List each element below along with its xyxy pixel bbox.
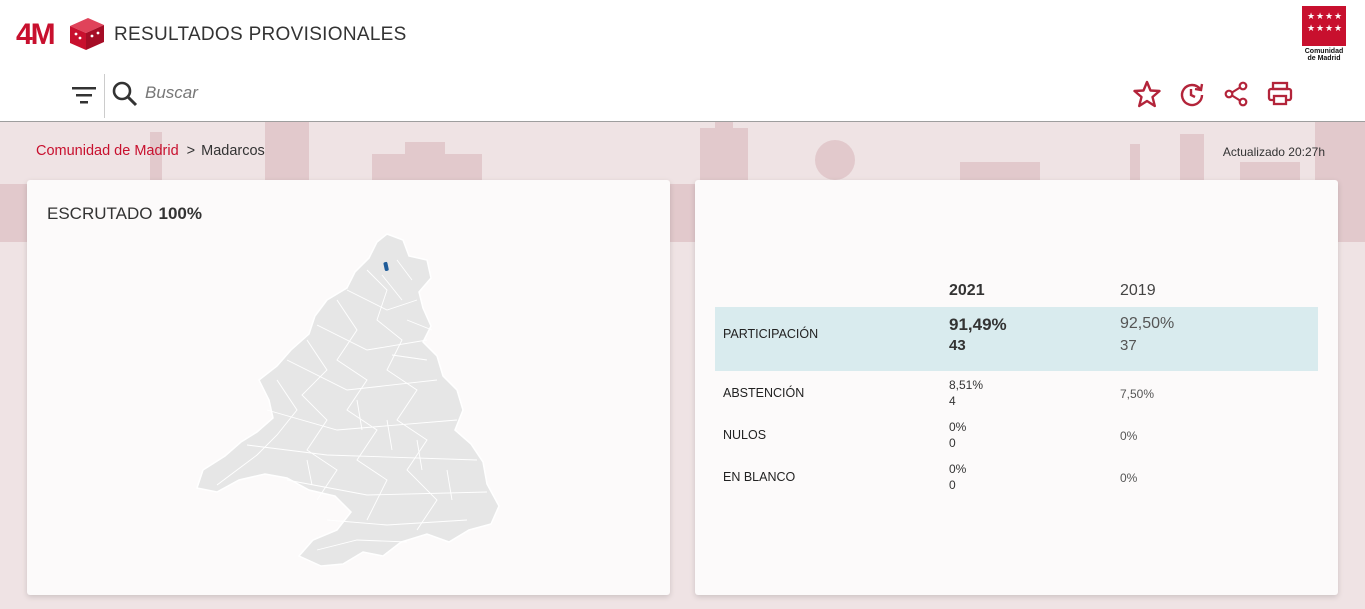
row-label: EN BLANCO	[723, 470, 796, 484]
participation-card: 2021 2019 PARTICIPACIÓN 91,49% 43 92,50%…	[695, 180, 1338, 595]
toolbar	[0, 72, 1365, 118]
year-header-2021: 2021	[949, 282, 985, 299]
count-2019: 37	[1120, 337, 1137, 354]
share-icon[interactable]	[1222, 80, 1250, 108]
ballot-box-icon	[70, 18, 104, 50]
scrutiny-value: 100%	[158, 204, 202, 223]
pct-2021: 0%	[949, 420, 967, 434]
row-label: NULOS	[723, 428, 767, 442]
table-row: EN BLANCO 0% 0 0%	[715, 456, 1318, 498]
pct-2021: 91,49%	[949, 315, 1007, 334]
search-icon[interactable]	[112, 80, 138, 108]
year-header-2019: 2019	[1120, 282, 1156, 299]
toolbar-divider	[104, 74, 105, 118]
search-input[interactable]	[145, 80, 545, 106]
scrutiny-map-card: ESCRUTADO 100%	[27, 180, 670, 595]
app-header: 4M RESULTADOS PROVISIONALES ★ ★ ★ ★ ★ ★ ★ ★ Co…	[0, 0, 1365, 122]
table-row: ABSTENCIÓN 8,51% 4 7,50%	[715, 372, 1318, 414]
pct-2019: 0%	[1120, 429, 1138, 443]
municipalities-map[interactable]	[187, 230, 507, 575]
madrid-region-shape	[196, 233, 500, 567]
filter-icon[interactable]	[70, 82, 98, 108]
pct-2019: 0%	[1120, 471, 1138, 485]
table-row: PARTICIPACIÓN 91,49% 43 92,50% 37	[715, 307, 1318, 371]
pct-2021: 0%	[949, 462, 967, 476]
comunidad-madrid-logo[interactable]: ★ ★ ★ ★ ★ ★ ★ ★ Comunidad de Madrid	[1302, 6, 1346, 62]
star-icon[interactable]	[1133, 80, 1161, 108]
scrutiny-label-text: ESCRUTADO	[47, 204, 153, 223]
comunidad-madrid-logo-text: Comunidad de Madrid	[1304, 48, 1344, 62]
table-row: NULOS 0% 0 0%	[715, 414, 1318, 456]
count-2021: 0	[949, 478, 956, 492]
breadcrumb-parent-link[interactable]: Comunidad de Madrid	[36, 143, 179, 159]
print-icon[interactable]	[1266, 80, 1294, 108]
logo-text: 4M	[16, 18, 56, 51]
count-2021: 43	[949, 337, 966, 354]
row-label: PARTICIPACIÓN	[723, 327, 819, 341]
history-icon[interactable]	[1178, 80, 1206, 108]
breadcrumb: Comunidad de Madrid > Madarcos	[36, 143, 265, 159]
app-title: RESULTADOS PROVISIONALES	[114, 24, 407, 45]
pct-2019: 7,50%	[1120, 387, 1155, 401]
app-logo[interactable]: 4M	[16, 16, 106, 52]
breadcrumb-separator: >	[186, 143, 196, 159]
pct-2019: 92,50%	[1120, 315, 1175, 332]
madrid-flag-icon: ★ ★ ★ ★ ★ ★ ★ ★	[1302, 6, 1346, 46]
count-2021: 4	[949, 394, 956, 408]
scrutiny-label: ESCRUTADO 100%	[47, 204, 202, 224]
row-label: ABSTENCIÓN	[723, 386, 805, 400]
last-updated-text: Actualizado 20:27h	[1222, 145, 1325, 159]
breadcrumb-current: Madarcos	[201, 143, 265, 159]
count-2021: 0	[949, 436, 956, 450]
pct-2021: 8,51%	[949, 378, 984, 392]
